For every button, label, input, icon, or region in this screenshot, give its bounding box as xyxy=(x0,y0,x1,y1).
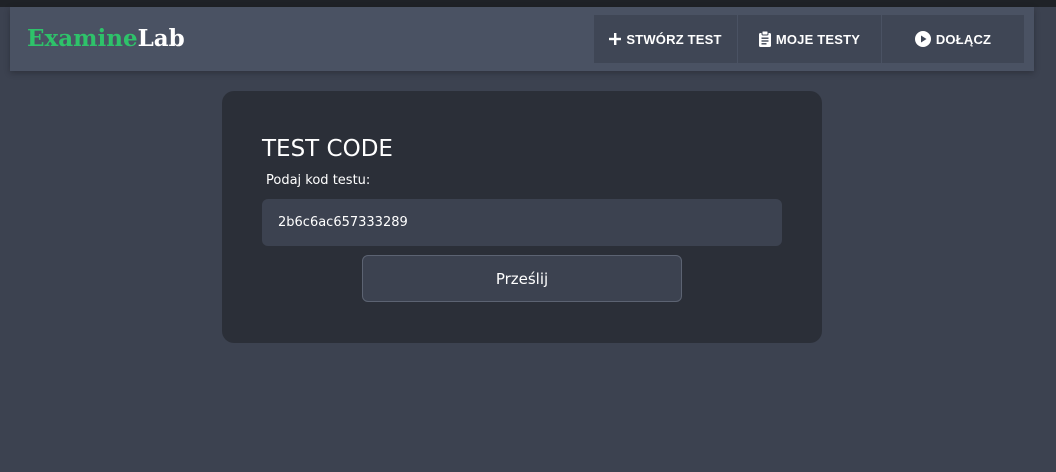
card-title: TEST CODE xyxy=(262,136,393,162)
brand-logo-part-lab: Lab xyxy=(137,25,185,52)
submit-button[interactable]: Prześlij xyxy=(362,255,682,302)
test-code-label: Podaj kod testu: xyxy=(266,173,371,188)
test-code-input[interactable] xyxy=(262,199,782,246)
clipboard-icon xyxy=(758,31,771,47)
nav-menu: STWÓRZ TEST MOJE TESTY DOŁĄCZ xyxy=(594,15,1024,63)
nav-join-label: DOŁĄCZ xyxy=(935,31,992,47)
navbar: ExamineLab STWÓRZ TEST MOJE TESTY DOŁĄCZ xyxy=(10,7,1034,71)
plus-icon xyxy=(609,33,622,45)
brand-logo-part-examine: Examine xyxy=(27,25,138,52)
nav-create-test-button[interactable]: STWÓRZ TEST xyxy=(594,15,737,63)
nav-my-tests-label: MOJE TESTY xyxy=(775,31,861,47)
nav-my-tests-button[interactable]: MOJE TESTY xyxy=(737,15,881,63)
nav-create-test-label: STWÓRZ TEST xyxy=(626,31,722,47)
browser-top-strip xyxy=(0,0,1056,7)
play-circle-icon xyxy=(914,31,931,47)
nav-join-button[interactable]: DOŁĄCZ xyxy=(881,15,1024,63)
test-code-card: TEST CODE Podaj kod testu: Prześlij xyxy=(222,91,822,343)
brand-logo[interactable]: ExamineLab xyxy=(27,24,185,54)
